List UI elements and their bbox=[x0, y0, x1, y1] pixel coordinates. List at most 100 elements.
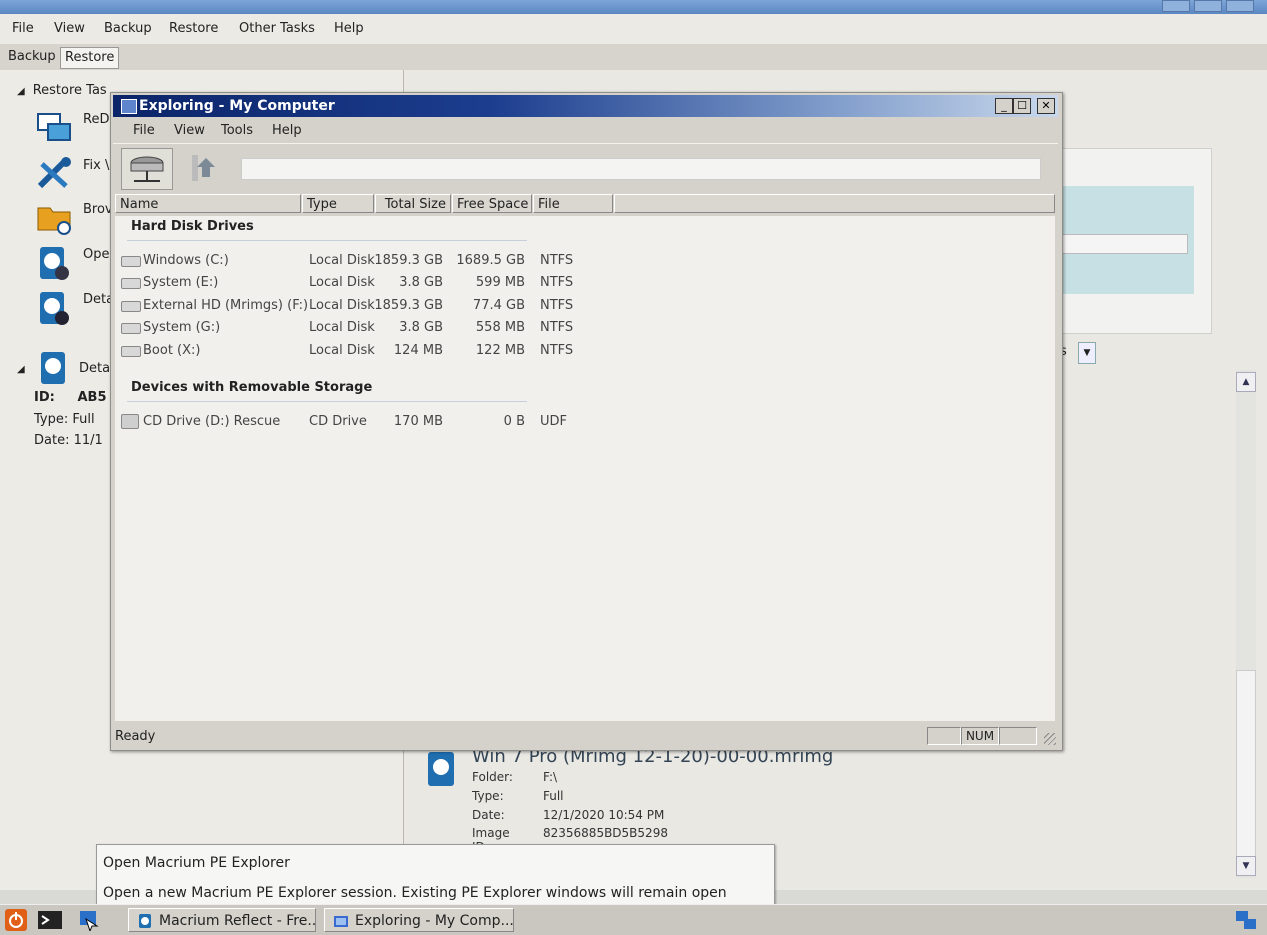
menu-other-tasks[interactable]: Other Tasks bbox=[239, 21, 315, 36]
explorer-minimize-button[interactable]: _ bbox=[995, 98, 1013, 114]
disk-image-detach-icon bbox=[40, 292, 69, 325]
menu-view[interactable]: View bbox=[54, 21, 85, 36]
main-menu-bar: File View Backup Restore Other Tasks Hel… bbox=[0, 14, 1267, 44]
main-title-bar bbox=[0, 0, 1267, 14]
tab-backup[interactable]: Backup bbox=[4, 47, 60, 67]
collapse-triangle-icon: ◢ bbox=[17, 363, 25, 375]
details-header[interactable]: ◢ Detai bbox=[17, 350, 114, 386]
content-scrollbar[interactable]: ▲ ▼ bbox=[1236, 370, 1256, 878]
address-bar[interactable] bbox=[241, 158, 1041, 180]
tab-restore[interactable]: Restore bbox=[60, 47, 120, 69]
column-type[interactable]: Type bbox=[302, 194, 374, 213]
menu-backup[interactable]: Backup bbox=[104, 21, 152, 36]
status-panel-scroll bbox=[999, 727, 1037, 745]
dropdown-arrow-button[interactable]: ▼ bbox=[1078, 342, 1096, 364]
explorer-title: Exploring - My Computer bbox=[139, 98, 335, 114]
task-fix-boot[interactable]: Fix \ bbox=[36, 156, 109, 194]
drive-row[interactable]: System (G:) Local Disk 3.8 GB 558 MB NTF… bbox=[121, 318, 1051, 338]
drive-row[interactable]: CD Drive (D:) Rescue CD Drive 170 MB 0 B… bbox=[121, 412, 1051, 432]
explorer-menu-file[interactable]: File bbox=[133, 123, 155, 138]
explorer-menu-tools[interactable]: Tools bbox=[221, 123, 253, 138]
terminal-icon[interactable] bbox=[38, 909, 62, 931]
drive-row[interactable]: External HD (Mrimgs) (F:) Local Disk 185… bbox=[121, 296, 1051, 316]
disk-image-icon bbox=[40, 352, 65, 384]
maximize-button[interactable] bbox=[1194, 0, 1222, 12]
tooltip-title: Open Macrium PE Explorer bbox=[103, 855, 290, 871]
explorer-status-bar: Ready NUM bbox=[113, 725, 1058, 747]
hard-disk-icon bbox=[121, 323, 141, 334]
hard-disk-icon bbox=[121, 278, 141, 289]
group-separator bbox=[127, 240, 527, 241]
taskbar-button-explorer[interactable]: Exploring - My Comp... bbox=[324, 908, 514, 932]
preview-field[interactable] bbox=[1060, 234, 1188, 254]
column-name[interactable]: Name bbox=[115, 194, 301, 213]
minimize-button[interactable] bbox=[1162, 0, 1190, 12]
up-arrow-icon bbox=[192, 155, 215, 181]
drive-row[interactable]: Boot (X:) Local Disk 124 MB 122 MB NTFS bbox=[121, 341, 1051, 361]
image-id-value: 82356885BD5B5298 bbox=[543, 826, 668, 840]
scroll-thumb[interactable] bbox=[1236, 670, 1256, 862]
menu-file[interactable]: File bbox=[12, 21, 34, 36]
detail-id: ID: AB5 bbox=[34, 390, 107, 405]
status-panel-caps bbox=[927, 727, 961, 745]
explorer-window[interactable]: Exploring - My Computer _ ☐ ✕ File View … bbox=[110, 92, 1063, 751]
up-folder-button[interactable] bbox=[179, 148, 231, 190]
resize-grip[interactable] bbox=[1044, 733, 1056, 745]
explorer-maximize-button[interactable]: ☐ bbox=[1013, 98, 1031, 114]
tools-icon bbox=[37, 157, 71, 189]
explorer-menu-view[interactable]: View bbox=[174, 123, 205, 138]
explorer-app-icon bbox=[334, 916, 348, 927]
column-headers: Name Type Total Size Free Space File Sys… bbox=[115, 194, 1055, 231]
hard-disk-icon bbox=[121, 256, 141, 267]
close-button[interactable] bbox=[1226, 0, 1254, 12]
collapse-triangle-icon: ◢ bbox=[17, 86, 25, 97]
drive-list[interactable]: Hard Disk Drives Windows (C:) Local Disk… bbox=[115, 216, 1055, 721]
type-label: Type: bbox=[472, 789, 504, 803]
cd-drive-icon bbox=[121, 414, 139, 429]
network-drive-button[interactable] bbox=[121, 148, 173, 190]
task-open-image[interactable]: Ope bbox=[36, 245, 109, 283]
disk-image-icon bbox=[428, 752, 454, 786]
group-hard-disk-drives: Hard Disk Drives bbox=[131, 219, 254, 234]
pe-explorer-icon[interactable] bbox=[76, 909, 100, 931]
detail-date: Date: 11/1 bbox=[34, 433, 103, 448]
restore-tasks-header[interactable]: ◢ Restore Tas bbox=[17, 83, 107, 98]
menu-restore[interactable]: Restore bbox=[169, 21, 218, 36]
column-file-system[interactable]: File System bbox=[533, 194, 613, 231]
drive-row[interactable]: Windows (C:) Local Disk 1859.3 GB 1689.5… bbox=[121, 251, 1051, 271]
power-icon[interactable] bbox=[4, 909, 28, 931]
task-redeploy[interactable]: ReD bbox=[36, 110, 109, 148]
disk-image-open-icon bbox=[40, 247, 69, 280]
drive-row[interactable]: System (E:) Local Disk 3.8 GB 599 MB NTF… bbox=[121, 273, 1051, 293]
tooltip-description: Open a new Macrium PE Explorer session. … bbox=[103, 885, 727, 901]
explorer-menu-help[interactable]: Help bbox=[272, 123, 302, 138]
explorer-menu-bar: File View Tools Help bbox=[113, 118, 1058, 142]
explorer-close-button[interactable]: ✕ bbox=[1037, 98, 1055, 114]
network-tray-icon[interactable] bbox=[1234, 909, 1258, 931]
explorer-title-bar[interactable]: Exploring - My Computer _ ☐ ✕ bbox=[113, 95, 1058, 117]
folder-search-icon bbox=[37, 207, 71, 235]
task-browse-image[interactable]: Brov bbox=[36, 200, 113, 238]
folder-value: F:\ bbox=[543, 770, 558, 784]
type-value: Full bbox=[543, 789, 564, 803]
status-text: Ready bbox=[115, 729, 156, 744]
explorer-app-icon bbox=[121, 99, 137, 114]
menu-help[interactable]: Help bbox=[334, 21, 364, 36]
column-total-size[interactable]: Total Size bbox=[375, 194, 451, 213]
date-label: Date: bbox=[472, 808, 505, 822]
taskbar-button-macrium[interactable]: Macrium Reflect - Fre... bbox=[128, 908, 316, 932]
hard-disk-icon bbox=[121, 301, 141, 312]
column-free-space[interactable]: Free Space bbox=[452, 194, 532, 213]
redeploy-icon bbox=[37, 113, 71, 141]
task-detach-image[interactable]: Deta bbox=[36, 290, 114, 328]
network-drive-icon bbox=[130, 156, 164, 182]
hard-disk-icon bbox=[121, 346, 141, 357]
tooltip: Open Macrium PE Explorer Open a new Macr… bbox=[96, 844, 775, 906]
date-value: 12/1/2020 10:54 PM bbox=[543, 808, 665, 822]
scroll-down-button[interactable]: ▼ bbox=[1236, 856, 1256, 876]
taskbar: Macrium Reflect - Fre... Exploring - My … bbox=[0, 904, 1267, 935]
scroll-up-button[interactable]: ▲ bbox=[1236, 372, 1256, 392]
macrium-app-icon bbox=[139, 914, 151, 928]
column-filler bbox=[614, 194, 1055, 213]
main-tab-bar: Backup Restore bbox=[0, 44, 1267, 71]
